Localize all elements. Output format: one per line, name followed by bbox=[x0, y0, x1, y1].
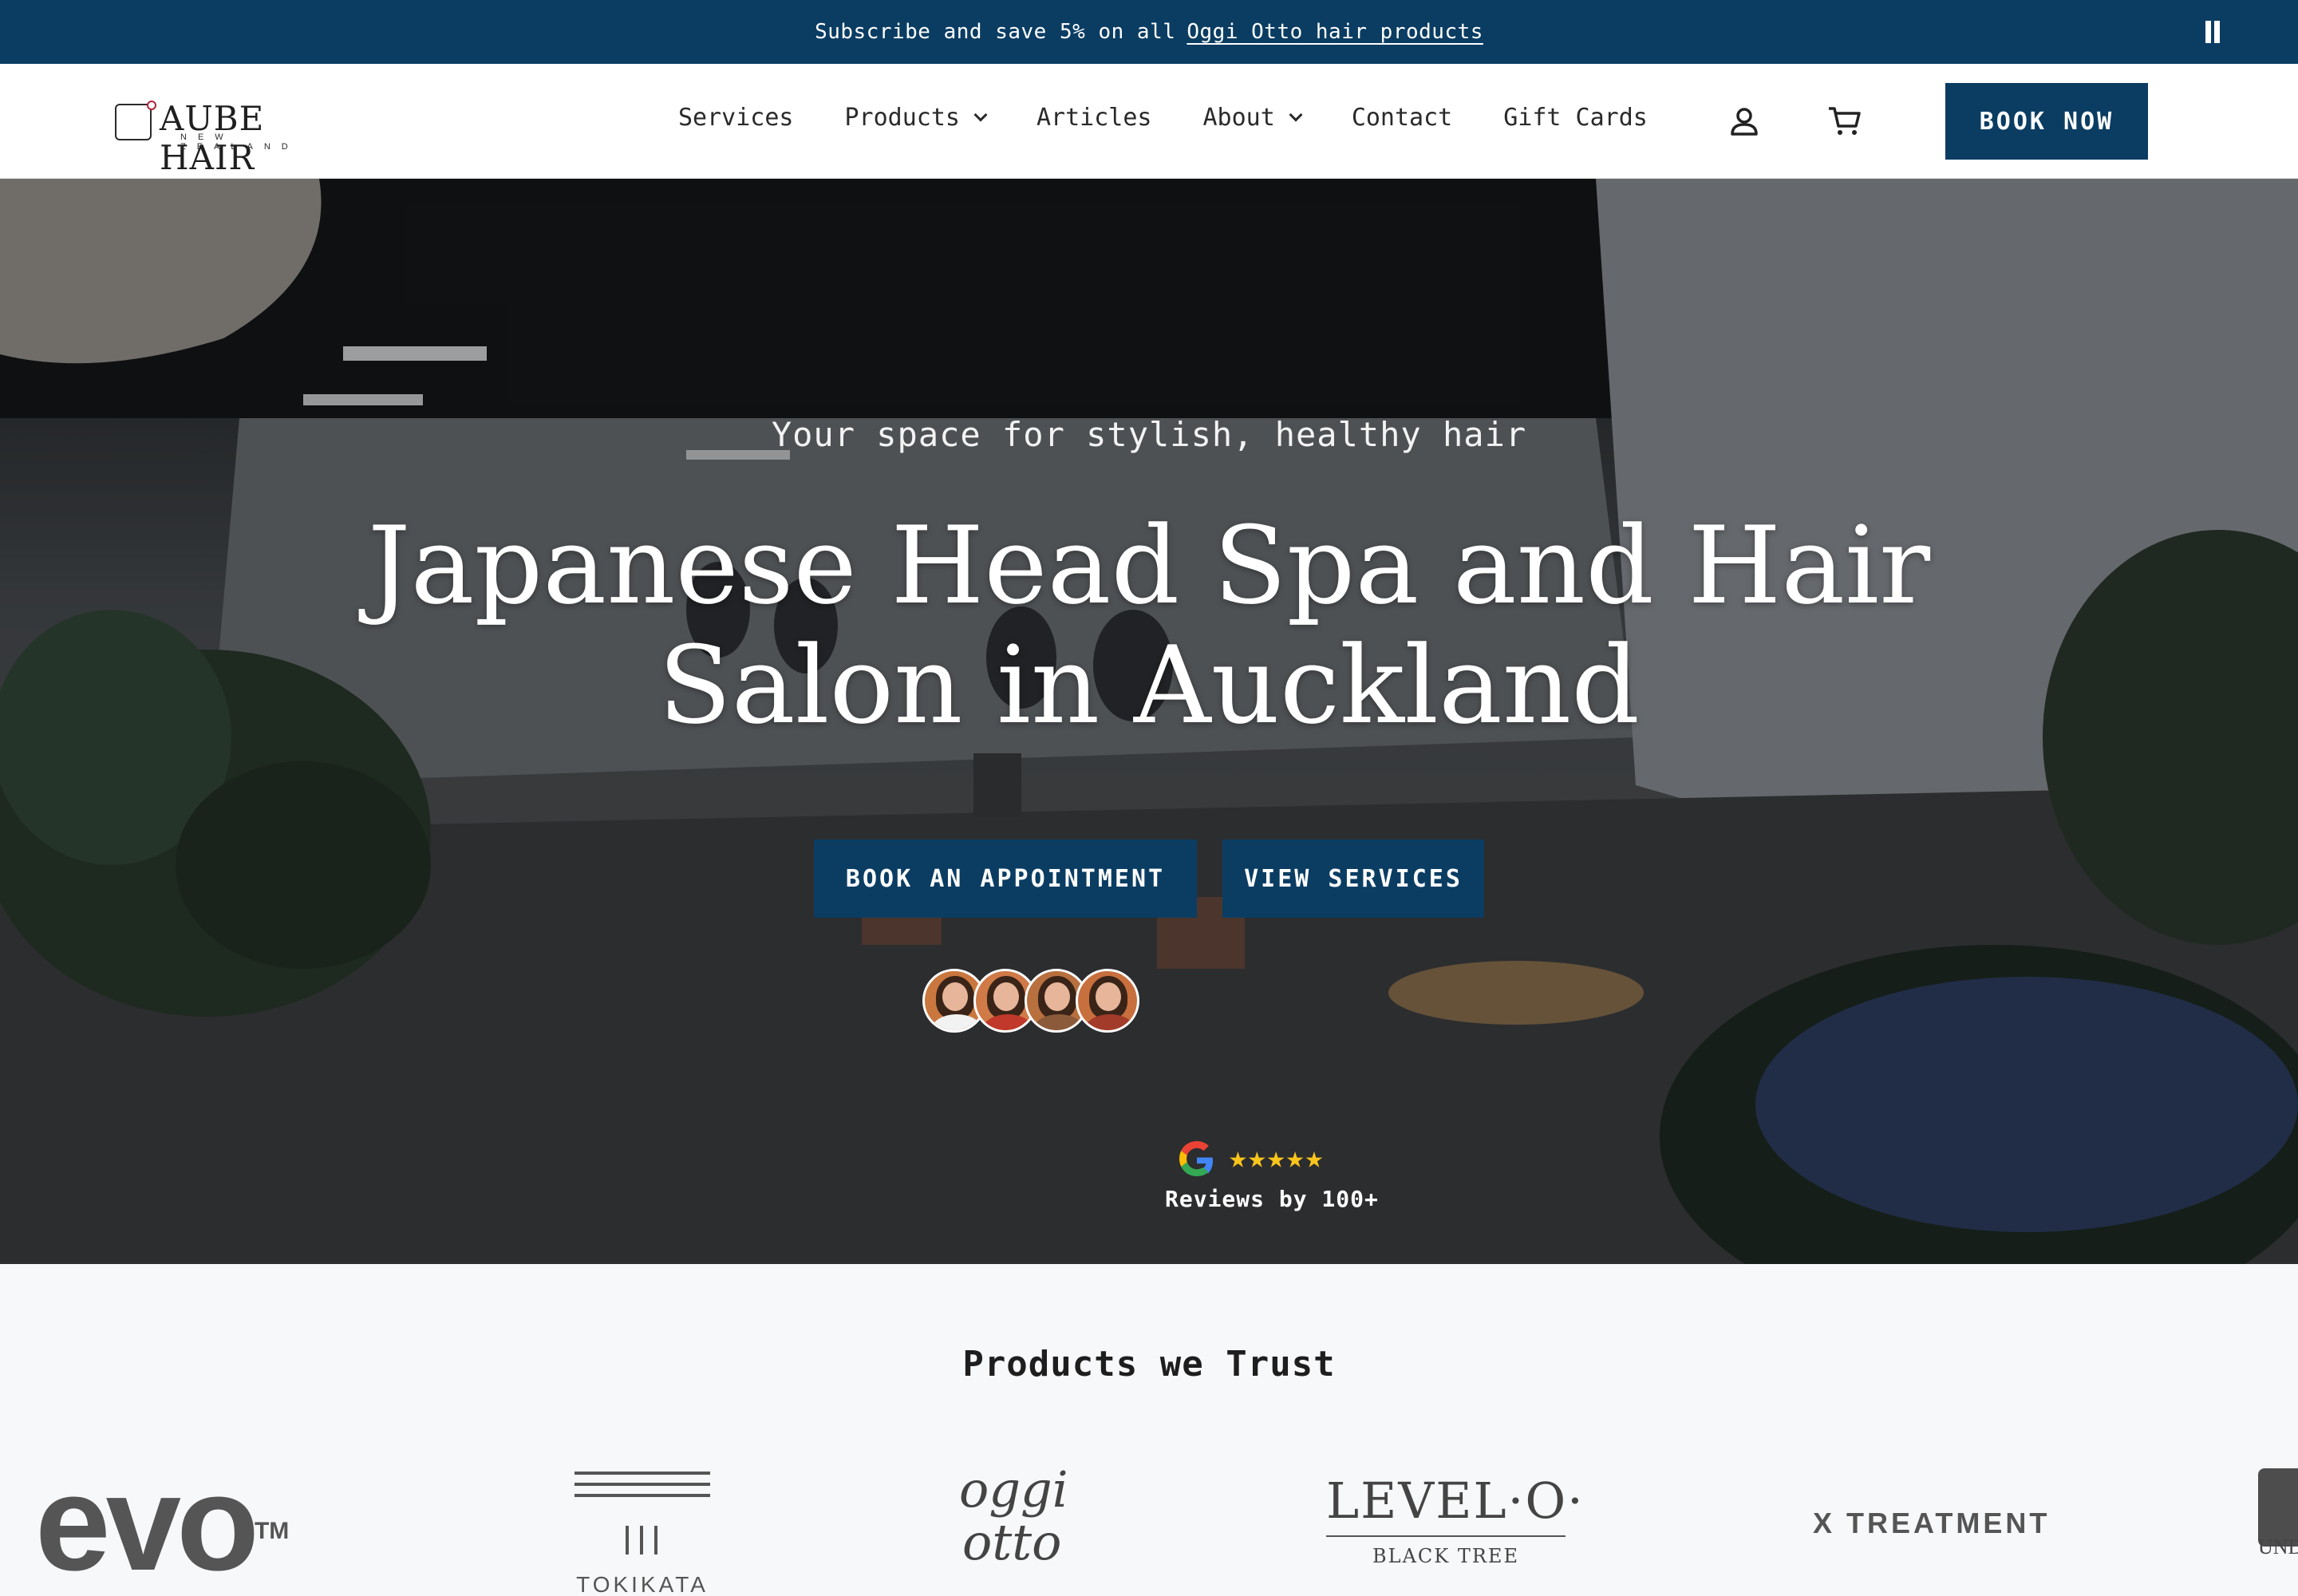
brand-logo-oggi-otto[interactable]: oggi otto bbox=[951, 1465, 1068, 1585]
reviews-count: Reviews by 100+ bbox=[1165, 1186, 1379, 1212]
brand-logo-tokikata[interactable]: TOKIKATA bbox=[574, 1472, 710, 1596]
nav-item-label: Gift Cards bbox=[1503, 104, 1648, 132]
brand-subname: BLACK TREE bbox=[1372, 1545, 1519, 1567]
logo-subtitle: NEW ZEALAND bbox=[180, 132, 299, 152]
user-icon[interactable] bbox=[1728, 105, 1760, 137]
nav-item-gift-cards[interactable]: Gift Cards bbox=[1503, 104, 1648, 132]
nav-item-about[interactable]: About bbox=[1202, 104, 1303, 132]
hero-section: Your space for stylish, healthy hair Jap… bbox=[0, 179, 2298, 1264]
hero-tagline: Your space for stylish, healthy hair bbox=[771, 415, 1527, 454]
reviewer-avatars bbox=[922, 969, 1139, 1034]
nav-item-label: Contact bbox=[1351, 104, 1453, 132]
announcement-bar: Subscribe and save 5% on all Oggi Otto h… bbox=[0, 0, 2298, 64]
nav-item-articles[interactable]: Articles bbox=[1036, 104, 1152, 132]
pause-icon[interactable] bbox=[2204, 21, 2221, 43]
brand-name: evo bbox=[35, 1448, 259, 1596]
avatar bbox=[1076, 969, 1139, 1033]
book-now-button[interactable]: BOOK NOW bbox=[1945, 83, 2148, 160]
nav-item-label: Services bbox=[678, 104, 794, 132]
chevron-down-icon bbox=[1289, 108, 1303, 121]
brand-logo-level-o[interactable]: LEVEL·O· BLACK TREE bbox=[1326, 1472, 1585, 1567]
nav-item-products[interactable]: Products bbox=[844, 104, 988, 132]
google-icon bbox=[1179, 1141, 1213, 1176]
hero-title: Japanese Head Spa and Hair Salon in Auck… bbox=[271, 506, 2027, 745]
book-appointment-button[interactable]: BOOK AN APPOINTMENT bbox=[814, 839, 1197, 918]
section-title: Products we Trust bbox=[962, 1344, 1336, 1385]
brand-name: TOKIKATA bbox=[576, 1572, 709, 1596]
brand-logo-evo[interactable]: evoTM bbox=[35, 1456, 289, 1591]
brand-name: LEVEL·O· bbox=[1326, 1472, 1585, 1530]
nav-item-label: Products bbox=[844, 104, 961, 132]
nav-item-services[interactable]: Services bbox=[678, 104, 794, 132]
main-nav: Services Products Articles About Contact… bbox=[678, 104, 1648, 132]
announcement-link[interactable]: Oggi Otto hair products bbox=[1187, 20, 1483, 44]
announcement-text: Subscribe and save 5% on all bbox=[815, 20, 1176, 44]
hero-title-line2: Salon in Auckland bbox=[657, 623, 1640, 748]
cart-icon[interactable] bbox=[1827, 105, 1862, 137]
brand-name: UND bbox=[2258, 1535, 2298, 1558]
hero-title-line1: Japanese Head Spa and Hair bbox=[367, 504, 1931, 628]
chevron-down-icon bbox=[973, 108, 988, 121]
products-section: Products we Trust evoTM TOKIKATA oggi ott… bbox=[0, 1264, 2298, 1596]
logo-mark bbox=[115, 104, 152, 140]
nav-item-label: Articles bbox=[1036, 104, 1152, 132]
nav-item-contact[interactable]: Contact bbox=[1352, 104, 1452, 132]
nav-item-label: About bbox=[1202, 104, 1275, 132]
logo[interactable]: AUBE HAIR NEW ZEALAND bbox=[113, 99, 361, 177]
brand-logo-x-treatment[interactable]: X TREATMENT bbox=[1813, 1507, 2050, 1540]
rating-stars: ★★★★★ bbox=[1229, 1140, 1325, 1175]
site-header: AUBE HAIR NEW ZEALAND Services Products … bbox=[0, 64, 2298, 179]
brand-logo-und[interactable]: UND bbox=[2258, 1468, 2298, 1558]
logo-accent bbox=[147, 101, 156, 110]
view-services-button[interactable]: VIEW SERVICES bbox=[1222, 839, 1484, 918]
